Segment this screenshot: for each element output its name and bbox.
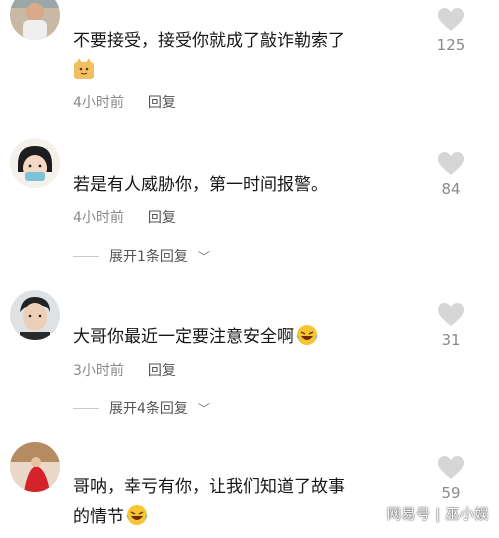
avatar[interactable] xyxy=(10,290,60,340)
comment-meta: 4小时前 回复 xyxy=(73,207,176,227)
divider xyxy=(73,255,99,257)
timestamp: 4小时前 xyxy=(73,210,124,226)
heart-icon xyxy=(438,303,464,326)
avatar[interactable] xyxy=(10,0,60,40)
laughing-tears-emoji xyxy=(126,505,148,525)
like-button[interactable]: 125 xyxy=(431,8,471,54)
heart-icon xyxy=(438,8,464,31)
like-count: 125 xyxy=(436,36,466,54)
expand-replies-label: 展开1条回复 xyxy=(109,249,188,265)
divider xyxy=(73,407,99,409)
comment-text: 哥呐，幸亏有你，让我们知道了故事 的情节 xyxy=(73,472,423,532)
watermark: 网易号 | 巫小娱 xyxy=(386,507,489,523)
expand-replies-button[interactable]: 展开4条回复 ﹀ xyxy=(73,398,210,418)
timestamp: 4小时前 xyxy=(73,95,124,111)
laughing-tears-emoji xyxy=(296,325,318,345)
comment-meta: 4小时前 回复 xyxy=(73,92,176,112)
comment-text: 不要接受，接受你就成了敲诈勒索了 xyxy=(73,26,423,86)
reply-button[interactable]: 回复 xyxy=(148,207,176,227)
like-button[interactable]: 31 xyxy=(431,303,471,349)
like-button[interactable]: 84 xyxy=(431,152,471,198)
comment-text: 大哥你最近一定要注意安全啊 xyxy=(73,322,423,352)
heart-icon xyxy=(438,152,464,175)
comment-text-line: 的情节 xyxy=(73,507,124,527)
like-count: 84 xyxy=(441,180,461,198)
comment-text-content: 不要接受，接受你就成了敲诈勒索了 xyxy=(73,31,345,51)
reply-button[interactable]: 回复 xyxy=(148,92,176,112)
comment-text: 若是有人威胁你，第一时间报警。 xyxy=(73,175,328,195)
comment-text-line: 哥呐，幸亏有你，让我们知道了故事 xyxy=(73,477,345,497)
avatar[interactable] xyxy=(10,138,60,188)
cat-face-emoji xyxy=(74,58,94,79)
chevron-down-icon: ﹀ xyxy=(197,401,210,416)
expand-replies-label: 展开4条回复 xyxy=(109,401,188,417)
like-count: 31 xyxy=(441,331,461,349)
timestamp: 3小时前 xyxy=(73,363,124,379)
chevron-down-icon: ﹀ xyxy=(197,249,210,264)
like-count: 59 xyxy=(441,484,461,502)
heart-icon xyxy=(438,456,464,479)
comment-text-content: 大哥你最近一定要注意安全啊 xyxy=(73,327,294,347)
comment-meta: 3小时前 回复 xyxy=(73,360,176,380)
expand-replies-button[interactable]: 展开1条回复 ﹀ xyxy=(73,246,210,266)
reply-button[interactable]: 回复 xyxy=(148,360,176,380)
like-button[interactable]: 59 xyxy=(431,456,471,502)
avatar[interactable] xyxy=(10,442,60,492)
